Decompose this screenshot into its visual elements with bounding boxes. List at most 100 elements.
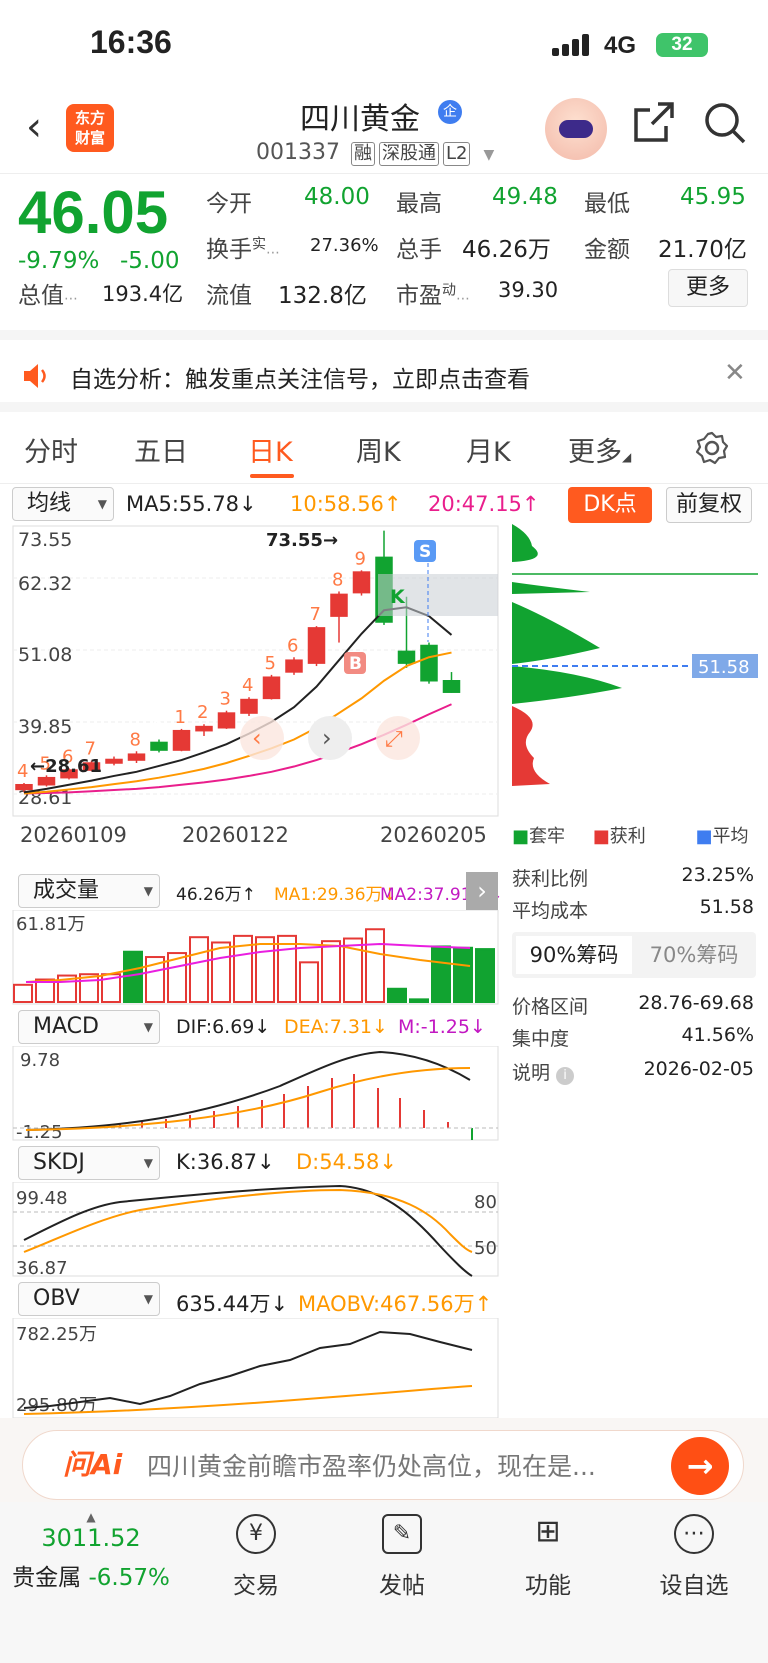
index-name: 贵金属 bbox=[12, 1565, 82, 1591]
grid-icon: ⊞ bbox=[535, 1514, 561, 1549]
candle-body bbox=[397, 650, 416, 664]
ma5-value: MA5:55.78↓ bbox=[126, 492, 257, 516]
ma-selector[interactable]: 均线 ▼ bbox=[12, 487, 114, 521]
tab-weekly-k[interactable]: 周K bbox=[356, 430, 401, 469]
chevron-right-icon: › bbox=[322, 724, 332, 752]
ai-robot-avatar[interactable] bbox=[545, 98, 607, 160]
status-bar: 16:36 4G 32 bbox=[0, 0, 768, 88]
signal-k: K bbox=[390, 586, 406, 608]
stock-code-row[interactable]: 001337 融深股通 L2 ▼ bbox=[256, 140, 494, 166]
tab-timeshare[interactable]: 分时 bbox=[24, 430, 78, 469]
search-icon[interactable] bbox=[702, 100, 748, 150]
high-marker: 73.55→ bbox=[266, 530, 338, 551]
obv-y-max: 782.25万 bbox=[16, 1324, 97, 1345]
share-icon[interactable] bbox=[632, 100, 676, 148]
tab-more[interactable]: 更多◢ bbox=[568, 430, 631, 469]
candle-body bbox=[37, 776, 56, 786]
volume-y-max: 61.81万 bbox=[16, 914, 86, 935]
tab-chip-90[interactable]: 90%筹码 bbox=[516, 936, 632, 974]
status-time: 16:36 bbox=[90, 24, 172, 60]
y-label-4: 39.85 bbox=[18, 716, 72, 738]
nav-trade[interactable]: ¥ 交易 bbox=[196, 1514, 316, 1600]
tag-l2: L2 bbox=[442, 142, 471, 166]
macd-chart: 9.78 -1.25 bbox=[12, 1046, 499, 1142]
close-icon[interactable]: ✕ bbox=[724, 358, 746, 388]
seq-mark: 6 bbox=[287, 635, 298, 656]
macd-dif: DIF:6.69↓ bbox=[176, 1016, 271, 1038]
candle-body bbox=[307, 627, 326, 664]
nav-functions[interactable]: ⊞ 功能 bbox=[488, 1514, 608, 1600]
note-label[interactable]: 说明 i bbox=[512, 1058, 575, 1085]
volume-ma1: MA1:29.36万↓ bbox=[274, 885, 397, 905]
index-value: 3011.52 bbox=[41, 1524, 141, 1552]
skdj-selector[interactable]: SKDJ ▼ bbox=[18, 1146, 160, 1180]
ai-question-text: 四川黄金前瞻市盈率仍处高位，现在是... bbox=[147, 1452, 596, 1481]
ai-go-button[interactable]: → bbox=[671, 1437, 729, 1495]
pe-label: 市盈动⋯ bbox=[396, 282, 470, 309]
candle-body bbox=[105, 758, 123, 764]
macd-selector[interactable]: MACD ▼ bbox=[18, 1010, 160, 1044]
y-label-2: 62.32 bbox=[18, 573, 72, 595]
y-label-3: 51.08 bbox=[18, 644, 72, 666]
chip-legend: ■套牢 ■获利 ■平均 bbox=[512, 826, 749, 847]
sector-index[interactable]: ▲ 3011.52 贵金属 -6.57% bbox=[0, 1510, 182, 1592]
notice-banner[interactable]: 自选分析：触发重点关注信号，立即点击查看 ✕ bbox=[0, 340, 768, 412]
ma20-value: 20:47.15↑ bbox=[428, 492, 540, 516]
seq-mark: 3 bbox=[220, 689, 231, 710]
candle-body bbox=[262, 676, 281, 700]
macd-y-min: -1.25 bbox=[16, 1122, 63, 1142]
volume-bar bbox=[255, 936, 275, 1003]
volume-value: 46.26万 bbox=[462, 237, 551, 263]
tab-chip-70[interactable]: 70%筹码 bbox=[636, 936, 752, 974]
high-label: 最高 bbox=[396, 191, 442, 217]
chevron-left-icon: ‹ bbox=[252, 724, 262, 752]
dk-point-button[interactable]: DK点 bbox=[568, 487, 652, 523]
tab-monthly-k[interactable]: 月K bbox=[466, 430, 511, 469]
skdj-k: K:36.87↓ bbox=[176, 1150, 275, 1174]
candle-body bbox=[240, 698, 258, 714]
notice-text: 自选分析：触发重点关注信号，立即点击查看 bbox=[70, 367, 530, 393]
back-icon[interactable]: ‹ bbox=[26, 104, 42, 150]
change-amount: -5.00 bbox=[120, 248, 180, 274]
low-label: 最低 bbox=[584, 191, 630, 217]
concentration-value: 41.56% bbox=[681, 1024, 754, 1046]
stock-name: 四川黄金 bbox=[300, 102, 420, 137]
kline-chart[interactable]: 73.55 62.32 51.08 39.85 28.61 4 5 6 7 891 234… bbox=[0, 522, 500, 872]
nav-post[interactable]: ✎ 发帖 bbox=[342, 1514, 462, 1600]
obv-selector[interactable]: OBV ▼ bbox=[18, 1282, 160, 1316]
chip-tabs: 90%筹码 70%筹码 bbox=[512, 932, 756, 978]
low-marker: ←28.61 bbox=[30, 756, 102, 777]
chip-distribution-chart: 51.58 bbox=[512, 524, 758, 786]
volume-bar bbox=[387, 987, 407, 1003]
speaker-icon bbox=[22, 362, 52, 394]
ai-ask-bar[interactable]: 问Ai 四川黄金前瞻市盈率仍处高位，现在是... → bbox=[0, 1418, 768, 1502]
seq-mark: 4 bbox=[242, 675, 253, 696]
note-date: 2026-02-05 bbox=[643, 1058, 754, 1080]
nav-add-watchlist[interactable]: ⋯ 设自选 bbox=[634, 1514, 754, 1600]
more-quote-button[interactable]: 更多 bbox=[668, 269, 748, 307]
seq-mark: 5 bbox=[265, 653, 276, 674]
volume-bars bbox=[13, 928, 495, 1004]
expand-panel-icon[interactable]: › bbox=[466, 872, 498, 910]
volume-selector[interactable]: 成交量 ▼ bbox=[18, 874, 160, 908]
mktcap-label: 总值⋯ bbox=[18, 283, 78, 309]
mktcap-value: 193.4亿 bbox=[102, 282, 184, 306]
tab-five-day[interactable]: 五日 bbox=[134, 430, 188, 469]
volume-bar bbox=[409, 998, 429, 1003]
scroll-left-button bbox=[240, 716, 284, 760]
skdj-level-50: 50 bbox=[474, 1238, 497, 1259]
candle-body bbox=[150, 741, 168, 751]
skdj-level-80: 80 bbox=[474, 1192, 497, 1213]
index-change: -6.57% bbox=[88, 1565, 170, 1591]
volume-bar bbox=[453, 946, 473, 1003]
open-value: 48.00 bbox=[304, 184, 370, 210]
ai-logo: 问Ai bbox=[63, 1448, 123, 1481]
seq-mark: 1 bbox=[175, 707, 186, 728]
settings-gear-icon[interactable] bbox=[694, 430, 730, 470]
tab-daily-k[interactable]: 日K bbox=[248, 430, 293, 469]
adjust-button[interactable]: 前复权 bbox=[666, 487, 752, 523]
float-label: 流值 bbox=[206, 283, 252, 309]
stock-header: ‹ 东方 财富 四川黄金 企 001337 融深股通 L2 ▼ bbox=[0, 88, 768, 174]
app-logo: 东方 财富 bbox=[66, 104, 114, 152]
enterprise-badge: 企 bbox=[438, 100, 462, 124]
